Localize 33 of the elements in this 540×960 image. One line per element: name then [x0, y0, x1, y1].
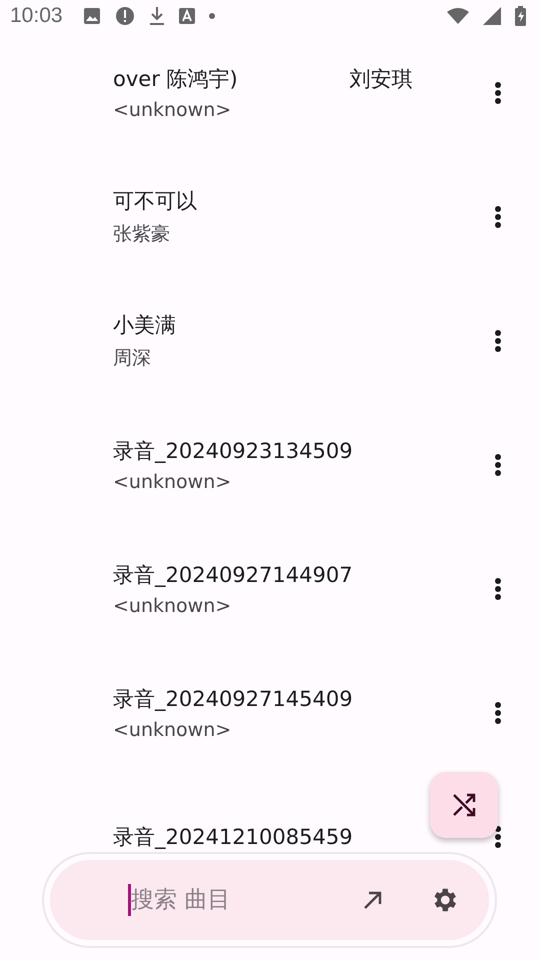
download-icon: [148, 6, 165, 26]
song-artist: <unknown>: [113, 719, 232, 741]
more-icon[interactable]: [494, 825, 502, 849]
song-title: 录音_20240923134509: [113, 438, 353, 465]
song-artist: 周深: [113, 346, 152, 371]
battery-icon: [515, 6, 526, 26]
more-icon[interactable]: [494, 453, 502, 477]
alert-icon: [114, 6, 135, 26]
font-icon: [178, 8, 195, 24]
song-title: 小美满: [113, 312, 176, 339]
song-artist: 张紫豪: [113, 222, 171, 247]
song-artist: <unknown>: [113, 99, 232, 121]
song-title: 录音_20240927145409: [113, 686, 353, 713]
image-icon: [82, 6, 101, 24]
dot-icon: [208, 12, 215, 18]
song-title: 录音_20241210085459: [113, 824, 353, 851]
shuffle-icon: [451, 792, 477, 818]
song-artist: <unknown>: [113, 595, 232, 617]
signal-icon: [483, 6, 501, 24]
more-icon[interactable]: [494, 329, 502, 353]
song-title: 可不可以: [113, 188, 197, 215]
more-icon[interactable]: [494, 205, 502, 229]
status-time: 10:03: [10, 4, 63, 28]
song-title: 刘安琪: [350, 66, 413, 93]
more-icon[interactable]: [494, 81, 502, 105]
more-icon[interactable]: [494, 577, 502, 601]
shuffle-button[interactable]: [430, 772, 498, 838]
song-title: over 陈鸿宇): [113, 66, 238, 93]
song-title: 录音_20240927144907: [113, 562, 353, 589]
wifi-icon: [447, 8, 469, 24]
song-artist: <unknown>: [113, 471, 232, 493]
search-field[interactable]: 搜索 曲目: [131, 887, 317, 913]
more-icon[interactable]: [494, 701, 502, 725]
